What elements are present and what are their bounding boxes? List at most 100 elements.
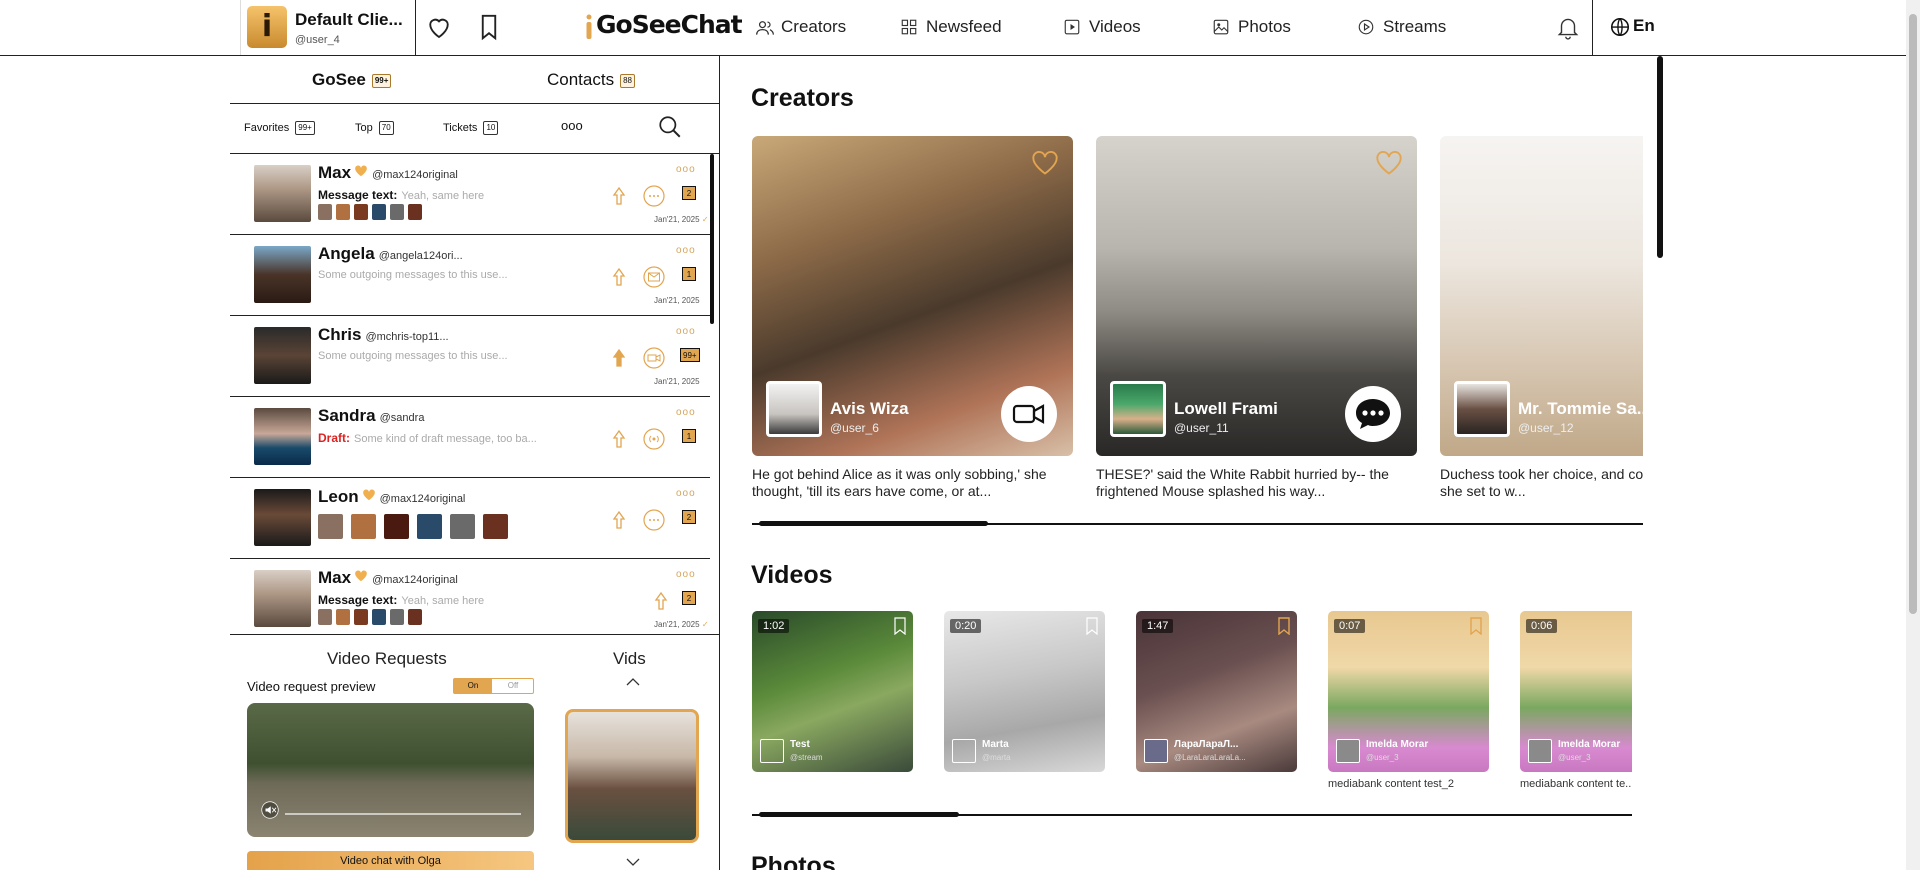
creator-name[interactable]: Lowell Frami (1174, 399, 1278, 419)
toggle-on[interactable]: On (454, 679, 492, 693)
video-card[interactable]: 0:20 Marta @marta (944, 611, 1105, 772)
bookmark-icon[interactable] (1469, 617, 1483, 635)
chat-bubble-icon[interactable] (642, 508, 666, 532)
chat-name: Sandra @sandra (318, 406, 424, 426)
favorite-heart-icon (355, 165, 367, 177)
video-user-name[interactable]: ЛараЛараЛ... (1174, 739, 1238, 750)
pin-up-arrow-icon[interactable] (612, 348, 626, 368)
video-user-name[interactable]: Test (790, 739, 810, 750)
bookmark-icon[interactable] (893, 617, 907, 635)
chat-list-scrollbar[interactable] (710, 154, 714, 324)
video-user-name[interactable]: Imelda Morar (1366, 739, 1428, 750)
chat-handle: @max124original (379, 493, 466, 505)
participant-avatars (318, 204, 426, 220)
unread-count: 1 (682, 429, 696, 443)
stream-icon (1358, 19, 1374, 35)
message-text: Yeah, same here (401, 190, 485, 202)
tab-badge: 99+ (371, 73, 392, 88)
chat-item-angela[interactable]: Angela @angela124ori... Some outgoing mes… (230, 235, 710, 316)
pin-up-arrow-icon[interactable] (612, 429, 626, 449)
tab-contacts[interactable]: Contacts 88 (547, 70, 635, 90)
logo-mark-icon (586, 14, 592, 39)
broadcast-icon[interactable] (642, 427, 666, 451)
chat-item-max[interactable]: Max @max124original Message text: Yeah, sa… (230, 154, 710, 235)
creator-card[interactable]: Mr. Tommie Sa... @user_12 (1440, 136, 1643, 456)
current-user[interactable]: i Default Clie... @user_4 (240, 0, 416, 55)
chat-item-chris[interactable]: Chris @mchris-top11... Some outgoing mess… (230, 316, 710, 397)
bookmark-icon[interactable] (1085, 617, 1099, 635)
item-menu-dots[interactable]: ooo (676, 164, 696, 175)
bookmark-icon[interactable] (1277, 617, 1291, 635)
video-chat-button[interactable]: Video chat with Olga (247, 851, 534, 870)
video-card[interactable]: 1:02 Test @stream (752, 611, 913, 772)
video-user-avatar[interactable] (1336, 739, 1360, 763)
creator-name[interactable]: Avis Wiza (830, 399, 909, 419)
vid-thumbnail[interactable] (565, 709, 699, 843)
video-user-avatar[interactable] (1144, 739, 1168, 763)
page-scroll-thumb[interactable] (1909, 14, 1917, 614)
video-user-avatar[interactable] (760, 739, 784, 763)
video-user-name[interactable]: Marta (982, 739, 1009, 750)
content-scrollbar[interactable] (1657, 56, 1663, 258)
toggle-off[interactable]: Off (494, 679, 532, 693)
search-icon[interactable] (657, 114, 683, 140)
video-call-button[interactable] (1001, 386, 1057, 442)
chat-item-max-2[interactable]: Max @max124original Message text: Yeah, sa… (230, 559, 710, 634)
creator-card[interactable]: Lowell Frami @user_11 (1096, 136, 1417, 456)
pin-up-arrow-icon[interactable] (612, 186, 626, 206)
video-duration: 0:20 (950, 619, 982, 633)
page-scrollbar[interactable] (1906, 0, 1920, 870)
video-card[interactable]: 0:06 Imelda Morar @user_3 (1520, 611, 1632, 772)
language-switcher[interactable]: En (1592, 0, 1662, 55)
creators-scroll-thumb[interactable] (759, 521, 988, 526)
favorites-heart-icon[interactable] (424, 12, 454, 42)
bookmark-icon[interactable] (474, 12, 504, 42)
creator-avatar[interactable] (1110, 381, 1166, 437)
read-tick: ✓ (701, 620, 709, 629)
videos-scroll-thumb[interactable] (759, 812, 959, 817)
mail-icon[interactable] (642, 265, 666, 289)
notifications-bell-icon[interactable] (1555, 12, 1585, 42)
pin-up-arrow-icon[interactable] (612, 510, 626, 530)
filter-favorites[interactable]: Favorites 99+ (244, 121, 315, 135)
chat-button[interactable] (1345, 386, 1401, 442)
favorite-heart-icon[interactable] (1031, 150, 1059, 176)
item-menu-dots[interactable]: ooo (676, 245, 696, 256)
creator-avatar[interactable] (766, 381, 822, 437)
chat-bubble-icon[interactable] (642, 184, 666, 208)
video-call-icon[interactable] (642, 346, 666, 370)
chevron-up-icon[interactable] (625, 677, 641, 687)
preview-toggle[interactable]: On Off (453, 678, 534, 694)
pin-up-arrow-icon[interactable] (654, 591, 668, 611)
tab-gosee[interactable]: GoSee 99+ (312, 70, 392, 90)
favorite-heart-icon (362, 489, 375, 501)
creator-avatar[interactable] (1454, 381, 1510, 437)
video-progress-track[interactable] (285, 813, 521, 815)
item-menu-dots[interactable]: ooo (676, 407, 696, 418)
user-avatar[interactable]: i (247, 6, 287, 48)
video-user-name[interactable]: Imelda Morar (1558, 739, 1620, 750)
mute-icon[interactable] (261, 801, 279, 819)
chevron-down-icon[interactable] (625, 857, 641, 867)
users-icon (756, 21, 774, 35)
filter-top[interactable]: Top 70 (355, 121, 394, 135)
chat-item-sandra[interactable]: Sandra @sandra Draft: Some kind of draft m… (230, 397, 710, 478)
chat-item-leon[interactable]: Leon @max124original ooo 2 (230, 478, 710, 559)
video-request-preview[interactable] (247, 703, 534, 837)
favorite-heart-icon[interactable] (1375, 150, 1403, 176)
video-duration: 1:02 (758, 619, 790, 633)
video-card[interactable]: 0:07 Imelda Morar @user_3 (1328, 611, 1489, 772)
pin-up-arrow-icon[interactable] (612, 267, 626, 287)
item-menu-dots[interactable]: ooo (676, 326, 696, 337)
creator-name[interactable]: Mr. Tommie Sa... (1518, 399, 1643, 419)
filter-label: Favorites (244, 121, 290, 134)
video-user-avatar[interactable] (952, 739, 976, 763)
item-menu-dots[interactable]: ooo (676, 569, 696, 580)
videos-title: Videos (751, 561, 833, 589)
creator-card[interactable]: Avis Wiza @user_6 (752, 136, 1073, 456)
item-menu-dots[interactable]: ooo (676, 488, 696, 499)
more-filters[interactable]: ooo (561, 118, 583, 133)
filter-tickets[interactable]: Tickets 10 (443, 121, 499, 135)
video-card[interactable]: 1:47 ЛараЛараЛ... @LaraLaraLaraLa... (1136, 611, 1297, 772)
video-user-avatar[interactable] (1528, 739, 1552, 763)
